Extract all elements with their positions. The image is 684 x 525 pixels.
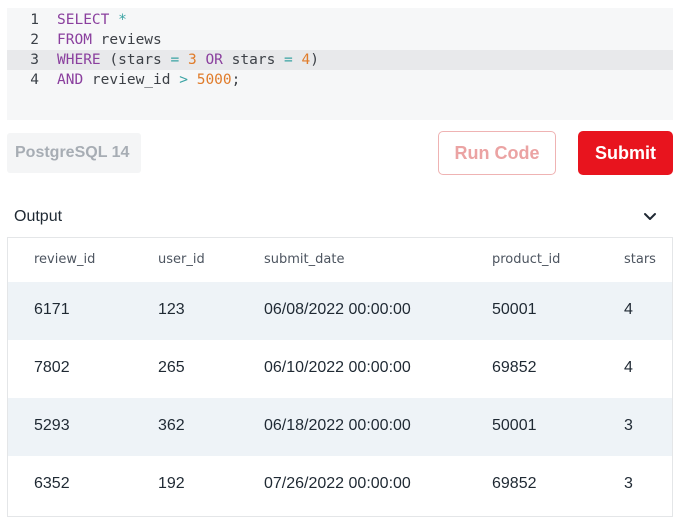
code-token: WHERE <box>57 52 101 68</box>
code-token: reviews <box>91 32 162 48</box>
cell-submit-date: 07/26/2022 00:00:00 <box>264 475 411 492</box>
sql-code-editor[interactable]: 1 SELECT * 2 FROM reviews 3 WHERE (stars = 3 … <box>7 8 673 120</box>
code-token: stars <box>118 52 162 68</box>
cell-submit-date: 06/10/2022 00:00:00 <box>264 359 411 376</box>
code-token: stars <box>222 52 276 68</box>
cell-product-id: 69852 <box>492 475 537 492</box>
submit-button[interactable]: Submit <box>578 131 673 175</box>
column-header-product-id: product_id <box>492 252 561 267</box>
code-text: WHERE (stars = 3 OR stars = 4) <box>57 50 319 70</box>
code-line[interactable]: 3 WHERE (stars = 3 OR stars = 4) <box>7 50 673 70</box>
code-token: > <box>179 72 188 88</box>
code-token: = <box>170 52 180 68</box>
code-text: SELECT * <box>57 10 127 30</box>
results-table: review_id user_id submit_date product_id… <box>7 237 673 517</box>
table-row: 6352 192 07/26/2022 00:00:00 69852 3 <box>8 456 672 514</box>
chevron-down-icon[interactable] <box>642 206 658 226</box>
cell-product-id: 69852 <box>492 359 537 376</box>
cell-submit-date: 06/18/2022 00:00:00 <box>264 417 411 434</box>
column-header-submit-date: submit_date <box>264 252 345 267</box>
cell-stars: 4 <box>624 359 633 376</box>
line-number: 4 <box>30 72 39 88</box>
code-token: 3 <box>187 52 197 68</box>
cell-stars: 3 <box>624 417 633 434</box>
cell-user-id: 265 <box>158 359 185 376</box>
code-token: ; <box>231 72 241 88</box>
cell-product-id: 50001 <box>492 301 537 318</box>
column-header-user-id: user_id <box>158 252 205 267</box>
table-row: 5293 362 06/18/2022 00:00:00 50001 3 <box>8 398 672 456</box>
code-token: 4 <box>301 52 311 68</box>
table-row: 6171 123 06/08/2022 00:00:00 50001 4 <box>8 282 672 340</box>
code-token: OR <box>205 52 223 68</box>
cell-review-id: 6171 <box>34 301 70 318</box>
cell-user-id: 362 <box>158 417 185 434</box>
code-token: ( <box>100 52 119 68</box>
code-token: review_id <box>83 72 171 88</box>
table-row: 7802 265 06/10/2022 00:00:00 69852 4 <box>8 340 672 398</box>
code-token: FROM <box>57 32 92 48</box>
sql-dialect-label: PostgreSQL 14 <box>7 133 141 173</box>
code-line[interactable]: 1 SELECT * <box>7 10 673 30</box>
output-title: Output <box>14 208 63 225</box>
output-section-toggle[interactable]: Output <box>14 206 664 230</box>
code-token: * <box>118 12 127 28</box>
line-number: 1 <box>30 12 39 28</box>
code-token: = <box>284 52 293 68</box>
code-token: 5000 <box>196 72 232 88</box>
code-line[interactable]: 4 AND review_id > 5000; <box>7 70 673 90</box>
line-number: 2 <box>30 32 39 48</box>
line-number: 3 <box>30 52 39 68</box>
column-header-review-id: review_id <box>34 252 96 267</box>
cell-product-id: 50001 <box>492 417 537 434</box>
cell-user-id: 192 <box>158 475 185 492</box>
code-text: AND review_id > 5000; <box>57 70 240 90</box>
code-token: AND <box>57 72 84 88</box>
cell-review-id: 5293 <box>34 417 70 434</box>
cell-review-id: 6352 <box>34 475 70 492</box>
cell-review-id: 7802 <box>34 359 70 376</box>
code-line[interactable]: 2 FROM reviews <box>7 30 673 50</box>
cell-stars: 4 <box>624 301 633 318</box>
table-header-row: review_id user_id submit_date product_id… <box>8 238 672 282</box>
cell-submit-date: 06/08/2022 00:00:00 <box>264 301 411 318</box>
run-code-button[interactable]: Run Code <box>438 131 556 175</box>
cell-stars: 3 <box>624 475 633 492</box>
code-text: FROM reviews <box>57 30 162 50</box>
cell-user-id: 123 <box>158 301 185 318</box>
dialect-text: PostgreSQL 14 <box>15 144 130 161</box>
code-token: ) <box>310 52 319 68</box>
column-header-stars: stars <box>624 252 656 267</box>
code-token: SELECT <box>57 12 110 28</box>
